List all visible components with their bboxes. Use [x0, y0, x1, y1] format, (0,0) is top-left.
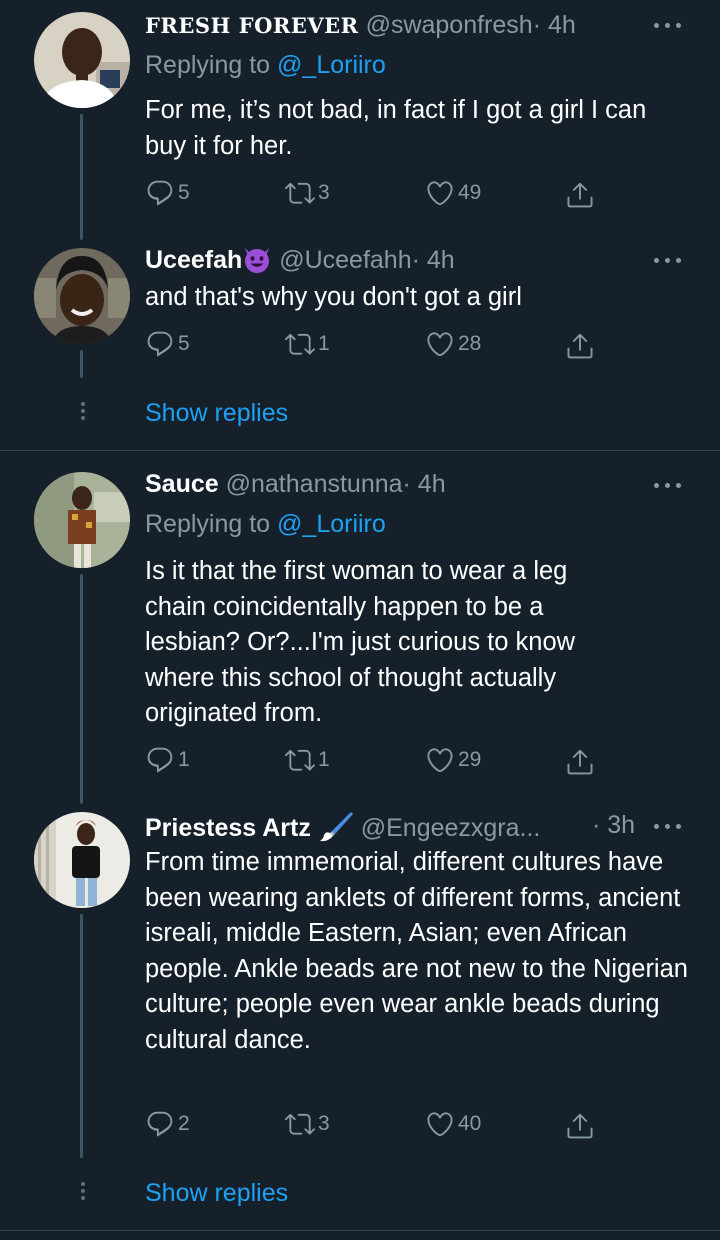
- retweet-icon: [285, 745, 315, 775]
- replying-to-label: Replying to: [145, 51, 271, 79]
- thread-continuation-dots: [81, 402, 85, 423]
- retweet-button[interactable]: 3: [285, 176, 330, 210]
- tweet-text: For me, it’s not bad, in fact if I got a…: [145, 96, 647, 160]
- retweet-icon: [285, 329, 315, 359]
- reply-count: 2: [178, 1112, 190, 1135]
- smiling-devil-emoji: [242, 244, 272, 281]
- replying-to: Replying to @_Loriiro: [145, 509, 386, 539]
- reply-button[interactable]: 2: [145, 1107, 190, 1141]
- retweet-button[interactable]: 1: [285, 327, 330, 361]
- tweet-text: Is it that the first woman to wear a leg…: [145, 557, 576, 728]
- reply-icon: [145, 178, 175, 208]
- more-options-icon[interactable]: [654, 821, 684, 831]
- reply-button[interactable]: 5: [145, 327, 190, 361]
- heart-icon: [425, 329, 455, 359]
- retweet-count: 3: [318, 181, 330, 204]
- tweet-header: Sauce @nathanstunna· 4h: [145, 469, 446, 499]
- more-options-icon[interactable]: [654, 20, 684, 30]
- tweet-text: From time immemorial, different cultures…: [145, 848, 688, 1054]
- share-icon[interactable]: [565, 1111, 595, 1141]
- thread-line: [80, 114, 83, 240]
- share-icon[interactable]: [565, 180, 595, 210]
- reply-button[interactable]: 5: [145, 176, 190, 210]
- like-count: 40: [458, 1112, 482, 1135]
- retweet-button[interactable]: 1: [285, 743, 330, 777]
- divider: [0, 450, 720, 451]
- show-replies-link[interactable]: Show replies: [145, 1178, 288, 1208]
- reply-icon: [145, 329, 175, 359]
- timestamp[interactable]: · 4h: [412, 246, 455, 274]
- reply-icon: [145, 1109, 175, 1139]
- display-name[interactable]: Sauce: [145, 470, 219, 498]
- avatar[interactable]: [34, 248, 130, 344]
- tweet-header: FRESH FOREVER @swaponfresh· 4h: [145, 10, 576, 41]
- show-replies-link[interactable]: Show replies: [145, 398, 288, 428]
- retweet-count: 3: [318, 1112, 330, 1135]
- retweet-icon: [285, 178, 315, 208]
- like-count: 29: [458, 748, 482, 771]
- reply-count: 5: [178, 181, 190, 204]
- thread-line: [80, 350, 83, 378]
- avatar[interactable]: [34, 12, 130, 108]
- timestamp[interactable]: · 3h: [592, 810, 635, 840]
- user-handle[interactable]: @swaponfresh: [366, 11, 533, 39]
- display-name[interactable]: FRESH FOREVER: [145, 13, 359, 38]
- tweet-header: Uceefah @Uceefahh· 4h: [145, 244, 455, 281]
- more-options-icon[interactable]: [654, 480, 684, 490]
- reply-count: 5: [178, 332, 190, 355]
- like-count: 28: [458, 332, 482, 355]
- like-button[interactable]: 40: [425, 1107, 481, 1141]
- retweet-button[interactable]: 3: [285, 1107, 330, 1141]
- reply-button[interactable]: 1: [145, 743, 190, 777]
- retweet-count: 1: [318, 748, 330, 771]
- display-name[interactable]: Priestess Artz: [145, 814, 311, 842]
- avatar[interactable]: [34, 472, 130, 568]
- user-handle[interactable]: @Uceefahh: [279, 246, 411, 274]
- paintbrush-emoji: [318, 810, 354, 849]
- mention-link[interactable]: @_Loriiro: [277, 510, 386, 538]
- user-handle[interactable]: @nathanstunna: [226, 470, 403, 498]
- thread-line: [80, 914, 83, 1158]
- timestamp[interactable]: · 4h: [533, 11, 576, 39]
- mention-link[interactable]: @_Loriiro: [277, 51, 386, 79]
- share-icon[interactable]: [565, 747, 595, 777]
- replying-to-label: Replying to: [145, 510, 271, 538]
- heart-icon: [425, 178, 455, 208]
- like-button[interactable]: 28: [425, 327, 481, 361]
- display-name[interactable]: Uceefah: [145, 246, 242, 274]
- tweet-text: and that's why you don't got a girl: [145, 283, 522, 311]
- heart-icon: [425, 1109, 455, 1139]
- like-count: 49: [458, 181, 482, 204]
- reply-count: 1: [178, 748, 190, 771]
- thread-continuation-dots: [81, 1182, 85, 1203]
- replying-to: Replying to @_Loriiro: [145, 50, 386, 80]
- avatar[interactable]: [34, 812, 130, 908]
- like-button[interactable]: 29: [425, 743, 481, 777]
- retweet-icon: [285, 1109, 315, 1139]
- share-icon[interactable]: [565, 331, 595, 361]
- like-button[interactable]: 49: [425, 176, 481, 210]
- divider: [0, 1230, 720, 1231]
- user-handle[interactable]: @Engeezxgra...: [361, 814, 541, 842]
- more-options-icon[interactable]: [654, 255, 684, 265]
- tweet-header: Priestess Artz @Engeezxgra...: [145, 810, 540, 849]
- retweet-count: 1: [318, 332, 330, 355]
- thread-line: [80, 574, 83, 804]
- timestamp[interactable]: · 4h: [403, 470, 446, 498]
- heart-icon: [425, 745, 455, 775]
- reply-icon: [145, 745, 175, 775]
